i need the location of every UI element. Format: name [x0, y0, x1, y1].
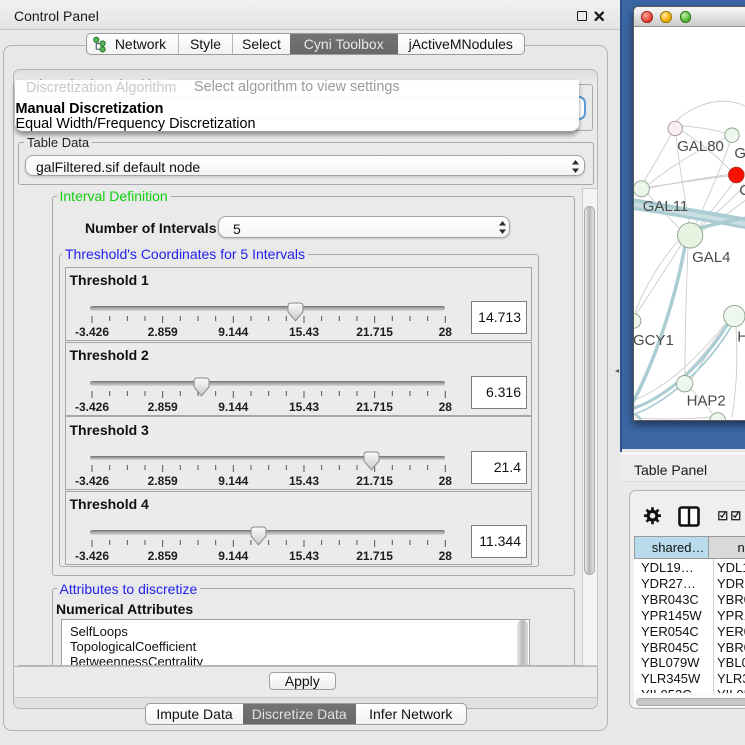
svg-text:GA: GA — [734, 145, 745, 162]
svg-text:GAL11: GAL11 — [643, 198, 689, 215]
svg-text:GCY1: GCY1 — [634, 332, 674, 349]
svg-text:GAL4: GAL4 — [692, 249, 730, 266]
svg-text:HAP2: HAP2 — [687, 393, 726, 410]
svg-text:C: C — [739, 182, 745, 199]
svg-text:H: H — [737, 328, 745, 345]
svg-text:GAL80: GAL80 — [677, 138, 724, 155]
